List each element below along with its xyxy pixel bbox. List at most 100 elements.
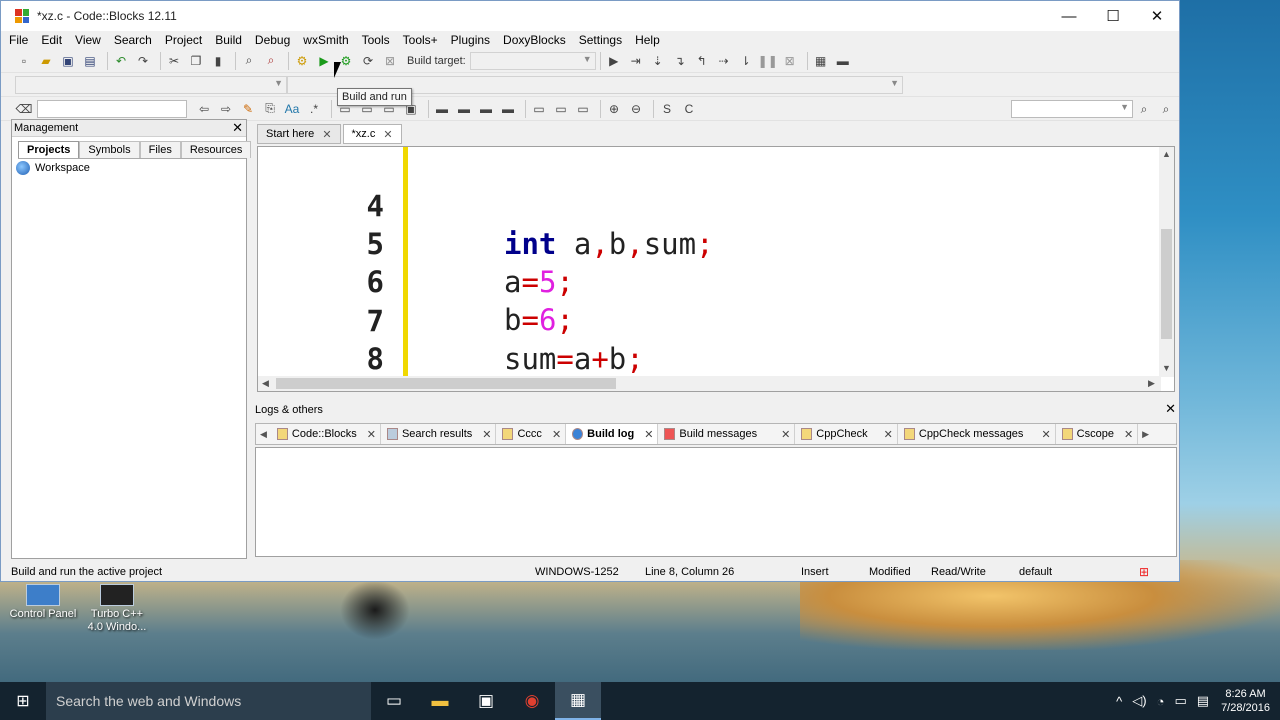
menu-doxyblocks[interactable]: DoxyBlocks [503,33,566,47]
close-icon[interactable]: ✕ [644,428,653,441]
zoom-out-icon[interactable]: ⊖ [627,100,645,118]
battery-icon[interactable]: ▭ [1174,693,1186,709]
build-log-output[interactable] [255,447,1177,557]
close-icon[interactable]: ✕ [232,120,243,136]
close-icon[interactable]: ✕ [884,428,893,441]
selected-text-icon[interactable]: ⎘ [261,100,279,118]
redo-icon[interactable]: ↷ [134,52,152,70]
close-icon[interactable]: ✕ [482,428,491,441]
tree-item-workspace[interactable]: Workspace [16,161,246,175]
menu-build[interactable]: Build [215,33,242,47]
menu-settings[interactable]: Settings [579,33,622,47]
tab-files[interactable]: Files [139,141,181,158]
new-file-icon[interactable]: ▫ [15,52,33,70]
run-to-cursor-icon[interactable]: ⇥ [627,52,645,70]
debug-windows-icon[interactable]: ▦ [812,52,830,70]
wifi-icon[interactable]: ◔ [1157,694,1165,709]
info-icon[interactable]: ▬ [834,52,852,70]
store-icon[interactable]: ▣ [463,682,509,720]
debug-start-icon[interactable]: ▶ [605,52,623,70]
search-options-icon[interactable]: ⌕ [1135,100,1153,118]
close-button[interactable]: ✕ [1135,1,1179,31]
tab-start-here[interactable]: Start here ✕ [257,124,341,144]
match-case-icon[interactable]: Aa [283,100,301,118]
cut-icon[interactable]: ✂ [165,52,183,70]
tab-cppcheck[interactable]: CppCheck ✕ [795,424,898,444]
windows-start-icon[interactable]: ⊞ [0,682,46,720]
desktop-icon-turbo-cpp[interactable]: Turbo C++ 4.0 Windo... [82,584,152,634]
tab-resources[interactable]: Resources [180,141,252,158]
task-view-icon[interactable]: ▭ [371,682,417,720]
menu-tools[interactable]: Tools [362,33,390,47]
search-box[interactable]: ▼ [1011,100,1133,118]
close-icon[interactable]: ✕ [1041,428,1050,441]
save-all-icon[interactable]: ▤ [81,52,99,70]
next-line-icon[interactable]: ⇣ [649,52,667,70]
title-bar[interactable]: *xz.c - Code::Blocks 12.11 — ☐ ✕ [1,1,1179,31]
replace-icon[interactable]: ⌕ [262,52,280,70]
tab-symbols[interactable]: Symbols [79,141,140,158]
zoom-in-icon[interactable]: ⊕ [605,100,623,118]
spell-check-icon[interactable]: S [658,100,676,118]
thesaurus-icon[interactable]: C [680,100,698,118]
clear-search-icon[interactable]: ⌫ [15,100,33,118]
tabs-right-arrow-icon[interactable]: ▶ [1138,429,1153,440]
close-icon[interactable]: ✕ [552,428,561,441]
run-icon[interactable]: ▶ [315,52,333,70]
tab-codeblocks-log[interactable]: Code::Blocks ✕ [271,424,381,444]
close-icon[interactable]: ✕ [367,428,376,441]
abort-icon[interactable]: ⊠ [381,52,399,70]
chevron-up-icon[interactable]: ^ [1116,694,1122,709]
stop-debug-icon[interactable]: ⊠ [781,52,799,70]
menu-debug[interactable]: Debug [255,33,290,47]
scroll-down-icon[interactable]: ▼ [1162,363,1171,373]
minimize-button[interactable]: — [1047,1,1091,31]
menu-wxsmith[interactable]: wxSmith [303,33,348,47]
tab-search-results[interactable]: Search results ✕ [381,424,497,444]
tab-cppcheck-messages[interactable]: CppCheck messages ✕ [898,424,1056,444]
build-target-select[interactable]: ▼ [469,51,596,70]
volume-icon[interactable]: ◁) [1132,693,1146,709]
status-alert-icon[interactable]: ⊞ [1139,565,1149,579]
undo-icon[interactable]: ↶ [112,52,130,70]
tab-build-messages[interactable]: Build messages ✕ [658,424,796,444]
search-icon[interactable]: ⌕ [1157,100,1175,118]
save-icon[interactable]: ▣ [59,52,77,70]
rebuild-icon[interactable]: ⟳ [359,52,377,70]
close-icon[interactable]: ✕ [322,128,331,141]
taskbar-search-input[interactable]: Search the web and Windows [46,682,371,720]
desktop-icon-control-panel[interactable]: Control Panel [8,584,78,621]
chrome-icon[interactable]: ◉ [509,682,555,720]
extract-icon[interactable]: ▭ [552,100,570,118]
horizontal-scrollbar[interactable]: ◀ ▶ [258,376,1161,391]
next-instruction-icon[interactable]: ⇢ [715,52,733,70]
close-icon[interactable]: ✕ [1165,401,1176,417]
search-next-icon[interactable]: ⇨ [217,100,235,118]
clock[interactable]: 8:26 AM 7/28/2016 [1221,687,1270,715]
code-editor[interactable]: 4 int a,b,sum; 5 a=5; 6 b=6; 7 sum=a+b; … [257,146,1175,392]
tab-cscope[interactable]: Cscope ✕ [1056,424,1139,444]
scroll-right-icon[interactable]: ▶ [1148,378,1155,389]
highlight-icon[interactable]: ✎ [239,100,257,118]
close-icon[interactable]: ✕ [383,128,392,141]
doxywizard-icon[interactable]: ▭ [530,100,548,118]
scrollbar-thumb[interactable] [276,378,616,389]
codeblocks-taskbar-icon[interactable]: ▦ [555,682,601,720]
block-comment-icon[interactable]: ▬ [433,100,451,118]
scope-select[interactable]: ▼ [15,75,287,94]
tab-projects[interactable]: Projects [18,141,80,158]
box-comment-icon[interactable]: ▬ [455,100,473,118]
copy-icon[interactable]: ❐ [187,52,205,70]
find-icon[interactable]: ⌕ [240,52,258,70]
paste-icon[interactable]: ▮ [209,52,227,70]
scroll-left-icon[interactable]: ◀ [262,378,269,389]
menu-help[interactable]: Help [635,33,660,47]
menu-project[interactable]: Project [165,33,202,47]
incremental-search-input[interactable] [37,99,187,118]
step-out-icon[interactable]: ↰ [693,52,711,70]
step-into-icon[interactable]: ↴ [671,52,689,70]
tabs-left-arrow-icon[interactable]: ◀ [256,429,271,440]
menu-plugins[interactable]: Plugins [451,33,490,47]
doc-icon[interactable]: ▭ [574,100,592,118]
tab-xz-c[interactable]: *xz.c ✕ [342,124,402,144]
